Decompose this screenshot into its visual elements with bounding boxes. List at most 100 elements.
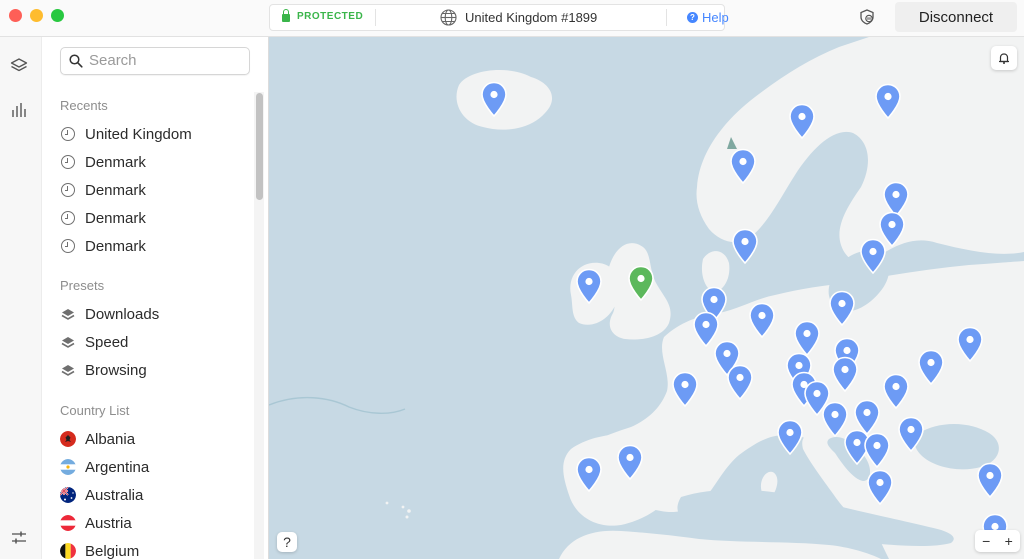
connection-status-bar: PROTECTED United Kingdom #1899 ? Help bbox=[269, 4, 729, 31]
layers-icon[interactable] bbox=[10, 57, 28, 75]
albania-flag-icon bbox=[60, 431, 76, 447]
server-map[interactable]: ? − + bbox=[269, 37, 1024, 559]
server-location-pin[interactable] bbox=[897, 416, 925, 453]
divider bbox=[375, 9, 376, 26]
server-location-pin[interactable] bbox=[976, 462, 1004, 499]
server-location-pin[interactable] bbox=[874, 83, 902, 120]
globe-icon bbox=[440, 9, 457, 26]
server-name: United Kingdom #1899 bbox=[465, 10, 598, 25]
country-item-label: Australia bbox=[85, 486, 144, 504]
sidebar-scrollbar-thumb[interactable] bbox=[256, 93, 263, 200]
help-label: Help bbox=[702, 10, 729, 25]
server-sidebar: Recents United Kingdom Denmark Denmark D… bbox=[42, 37, 269, 559]
country-item-belgium[interactable]: Belgium bbox=[60, 540, 250, 559]
country-item-label: Argentina bbox=[85, 458, 150, 476]
country-item-australia[interactable]: Australia bbox=[60, 484, 250, 506]
divider bbox=[666, 9, 667, 26]
argentina-flag-icon bbox=[60, 459, 76, 475]
clock-icon bbox=[60, 182, 76, 198]
recent-item[interactable]: Denmark bbox=[60, 151, 250, 173]
protected-label: PROTECTED bbox=[297, 11, 364, 22]
server-location-pin[interactable] bbox=[748, 302, 776, 339]
server-location-pin[interactable] bbox=[480, 81, 508, 118]
country-list-heading: Country List bbox=[60, 403, 130, 418]
protected-status: PROTECTED bbox=[282, 8, 364, 22]
server-location-pin[interactable] bbox=[831, 356, 859, 393]
recent-item-label: Denmark bbox=[85, 209, 146, 227]
recent-item[interactable]: United Kingdom bbox=[60, 123, 250, 145]
recent-item-label: Denmark bbox=[85, 237, 146, 255]
server-location-pin[interactable] bbox=[731, 228, 759, 265]
server-location-pin[interactable] bbox=[575, 268, 603, 305]
recent-item-label: Denmark bbox=[85, 181, 146, 199]
preset-item-label: Browsing bbox=[85, 361, 147, 379]
preset-item-label: Downloads bbox=[85, 305, 160, 323]
belgium-flag-icon bbox=[60, 543, 76, 559]
country-item-label: Albania bbox=[85, 430, 136, 448]
bell-icon bbox=[999, 53, 1009, 64]
preset-item[interactable]: Downloads bbox=[60, 303, 250, 325]
country-item-label: Belgium bbox=[85, 542, 140, 559]
current-server[interactable]: United Kingdom #1899 bbox=[440, 9, 597, 26]
server-location-pin[interactable] bbox=[828, 290, 856, 327]
search-icon bbox=[69, 54, 83, 68]
preset-item[interactable]: Speed bbox=[60, 331, 250, 353]
server-location-pin[interactable] bbox=[882, 373, 910, 410]
left-nav-bar bbox=[0, 37, 42, 559]
server-location-pin[interactable] bbox=[788, 103, 816, 140]
recent-item[interactable]: Denmark bbox=[60, 207, 250, 229]
country-item-austria[interactable]: Austria bbox=[60, 512, 250, 534]
help-icon: ? bbox=[687, 12, 698, 23]
server-location-pin[interactable] bbox=[616, 444, 644, 481]
zoom-window-button[interactable] bbox=[51, 9, 64, 22]
server-location-pin[interactable] bbox=[917, 349, 945, 386]
server-location-pin[interactable] bbox=[729, 148, 757, 185]
server-location-pin[interactable] bbox=[776, 419, 804, 456]
australia-flag-icon bbox=[60, 487, 76, 503]
clock-icon bbox=[60, 210, 76, 226]
preset-item-label: Speed bbox=[85, 333, 129, 351]
settings-sliders-icon[interactable] bbox=[10, 529, 28, 547]
layers-icon bbox=[60, 362, 76, 378]
server-location-pin[interactable] bbox=[671, 371, 699, 408]
recent-item-label: Denmark bbox=[85, 153, 146, 171]
preset-item[interactable]: Browsing bbox=[60, 359, 250, 381]
zoom-controls: − + bbox=[975, 530, 1020, 552]
minimize-window-button[interactable] bbox=[30, 9, 43, 22]
lock-icon bbox=[282, 8, 290, 22]
layers-icon bbox=[60, 334, 76, 350]
search-box[interactable] bbox=[60, 47, 250, 75]
help-link[interactable]: ? Help bbox=[687, 10, 729, 25]
recent-item-label: United Kingdom bbox=[85, 125, 192, 143]
country-item-argentina[interactable]: Argentina bbox=[60, 456, 250, 478]
search-input[interactable] bbox=[89, 51, 239, 69]
statistics-icon[interactable] bbox=[10, 101, 28, 119]
zoom-in-button[interactable]: + bbox=[1005, 533, 1013, 549]
clock-icon bbox=[60, 238, 76, 254]
clock-icon bbox=[60, 154, 76, 170]
connected-location-pin[interactable] bbox=[627, 265, 655, 302]
disconnect-button[interactable]: Disconnect bbox=[895, 2, 1017, 32]
close-window-button[interactable] bbox=[9, 9, 22, 22]
zoom-out-button[interactable]: − bbox=[982, 533, 990, 549]
layers-icon bbox=[60, 306, 76, 322]
recent-item[interactable]: Denmark bbox=[60, 235, 250, 257]
country-item-label: Austria bbox=[85, 514, 132, 532]
recents-heading: Recents bbox=[60, 98, 108, 113]
country-item-albania[interactable]: Albania bbox=[60, 428, 250, 450]
server-location-pin[interactable] bbox=[866, 469, 894, 506]
austria-flag-icon bbox=[60, 515, 76, 531]
server-location-pin[interactable] bbox=[956, 326, 984, 363]
clock-icon bbox=[60, 126, 76, 142]
server-location-pin[interactable] bbox=[726, 364, 754, 401]
presets-heading: Presets bbox=[60, 278, 105, 293]
server-location-pin[interactable] bbox=[859, 238, 887, 275]
threat-protection-icon[interactable] bbox=[858, 8, 876, 26]
server-location-pin[interactable] bbox=[575, 456, 603, 493]
server-location-pin[interactable] bbox=[863, 432, 891, 469]
title-bar: PROTECTED United Kingdom #1899 ? Help Di… bbox=[0, 0, 1024, 37]
notifications-button[interactable] bbox=[991, 46, 1017, 70]
map-help-button[interactable]: ? bbox=[277, 532, 297, 552]
recent-item[interactable]: Denmark bbox=[60, 179, 250, 201]
server-location-pin[interactable] bbox=[793, 320, 821, 357]
